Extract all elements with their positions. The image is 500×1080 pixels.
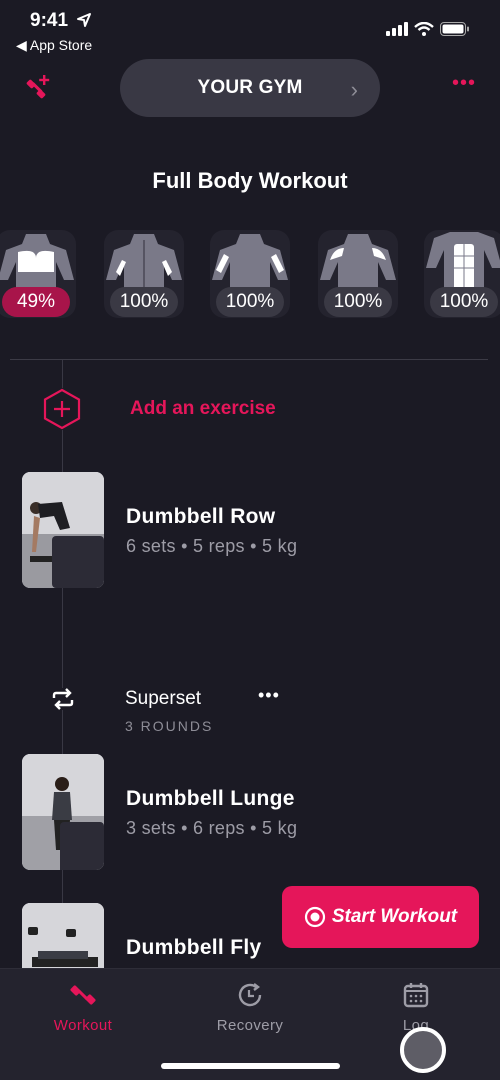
exercise-thumbnail[interactable] [22, 472, 104, 588]
exercise-name[interactable]: Dumbbell Row [126, 505, 275, 529]
superset-label: Superset [125, 688, 202, 709]
muscle-card-chest[interactable]: 49% [0, 230, 76, 318]
status-time: 9:41 [30, 10, 69, 31]
tab-label: Workout [53, 1017, 113, 1034]
exercise-meta: 3 sets • 6 reps • 5 kg [126, 818, 298, 838]
recovery-badge: 100% [216, 287, 284, 317]
gym-label: YOUR GYM [197, 77, 303, 98]
recovery-badge: 100% [110, 287, 178, 317]
wifi-icon [414, 22, 434, 36]
chevron-right-icon: › [350, 77, 358, 102]
system-icons [386, 22, 470, 36]
recovery-badge: 100% [430, 287, 498, 317]
workout-title: Full Body Workout [152, 168, 348, 193]
superset-repeat-icon [51, 688, 75, 710]
recovery-badge: 49% [2, 287, 70, 317]
superset-more-button[interactable]: ••• [258, 686, 280, 704]
exercise-meta: 6 sets • 5 reps • 5 kg [126, 536, 298, 556]
add-exercise-button[interactable]: Add an exercise [130, 398, 276, 420]
muscle-recovery-row[interactable]: 49% 100% 100% 100% 100% [0, 230, 500, 320]
tab-workout[interactable]: Workout [13, 981, 153, 1034]
more-options-button[interactable]: ••• [452, 73, 476, 93]
exercise-thumbnail[interactable] [22, 754, 104, 870]
back-to-app-store-link[interactable]: ◀ App Store [16, 37, 92, 54]
muscle-card-shoulders[interactable]: 100% [318, 230, 398, 318]
tab-log[interactable]: Log [346, 981, 486, 1034]
muscle-card-biceps[interactable]: 100% [210, 230, 290, 318]
touch-indicator [400, 1027, 446, 1073]
muscle-card-triceps[interactable]: 100% [104, 230, 184, 318]
home-indicator[interactable] [161, 1063, 340, 1069]
calendar-icon [403, 983, 429, 1008]
superset-rounds: 3 ROUNDS [125, 718, 214, 734]
muscle-card-abs[interactable]: 100% [424, 230, 500, 318]
battery-icon [440, 22, 469, 36]
timeline-line [62, 360, 63, 980]
start-workout-button[interactable]: Start Workout [282, 886, 479, 948]
recovery-clock-icon [238, 983, 262, 1007]
tab-recovery[interactable]: Recovery [180, 981, 320, 1034]
dumbbell-add-icon[interactable] [24, 74, 52, 102]
divider [10, 359, 488, 360]
recovery-badge: 100% [324, 287, 392, 317]
dumbbell-icon [70, 985, 96, 1005]
location-arrow-icon [77, 13, 91, 27]
start-workout-label: Start Workout [331, 906, 458, 927]
add-exercise-hex-icon[interactable] [42, 388, 82, 430]
record-icon [304, 906, 325, 928]
exercise-name[interactable]: Dumbbell Fly [126, 936, 261, 960]
gym-selector-button[interactable]: YOUR GYM › [120, 59, 380, 117]
exercise-name[interactable]: Dumbbell Lunge [126, 787, 295, 811]
tab-label: Recovery [216, 1017, 284, 1034]
cellular-signal-icon [386, 22, 408, 36]
